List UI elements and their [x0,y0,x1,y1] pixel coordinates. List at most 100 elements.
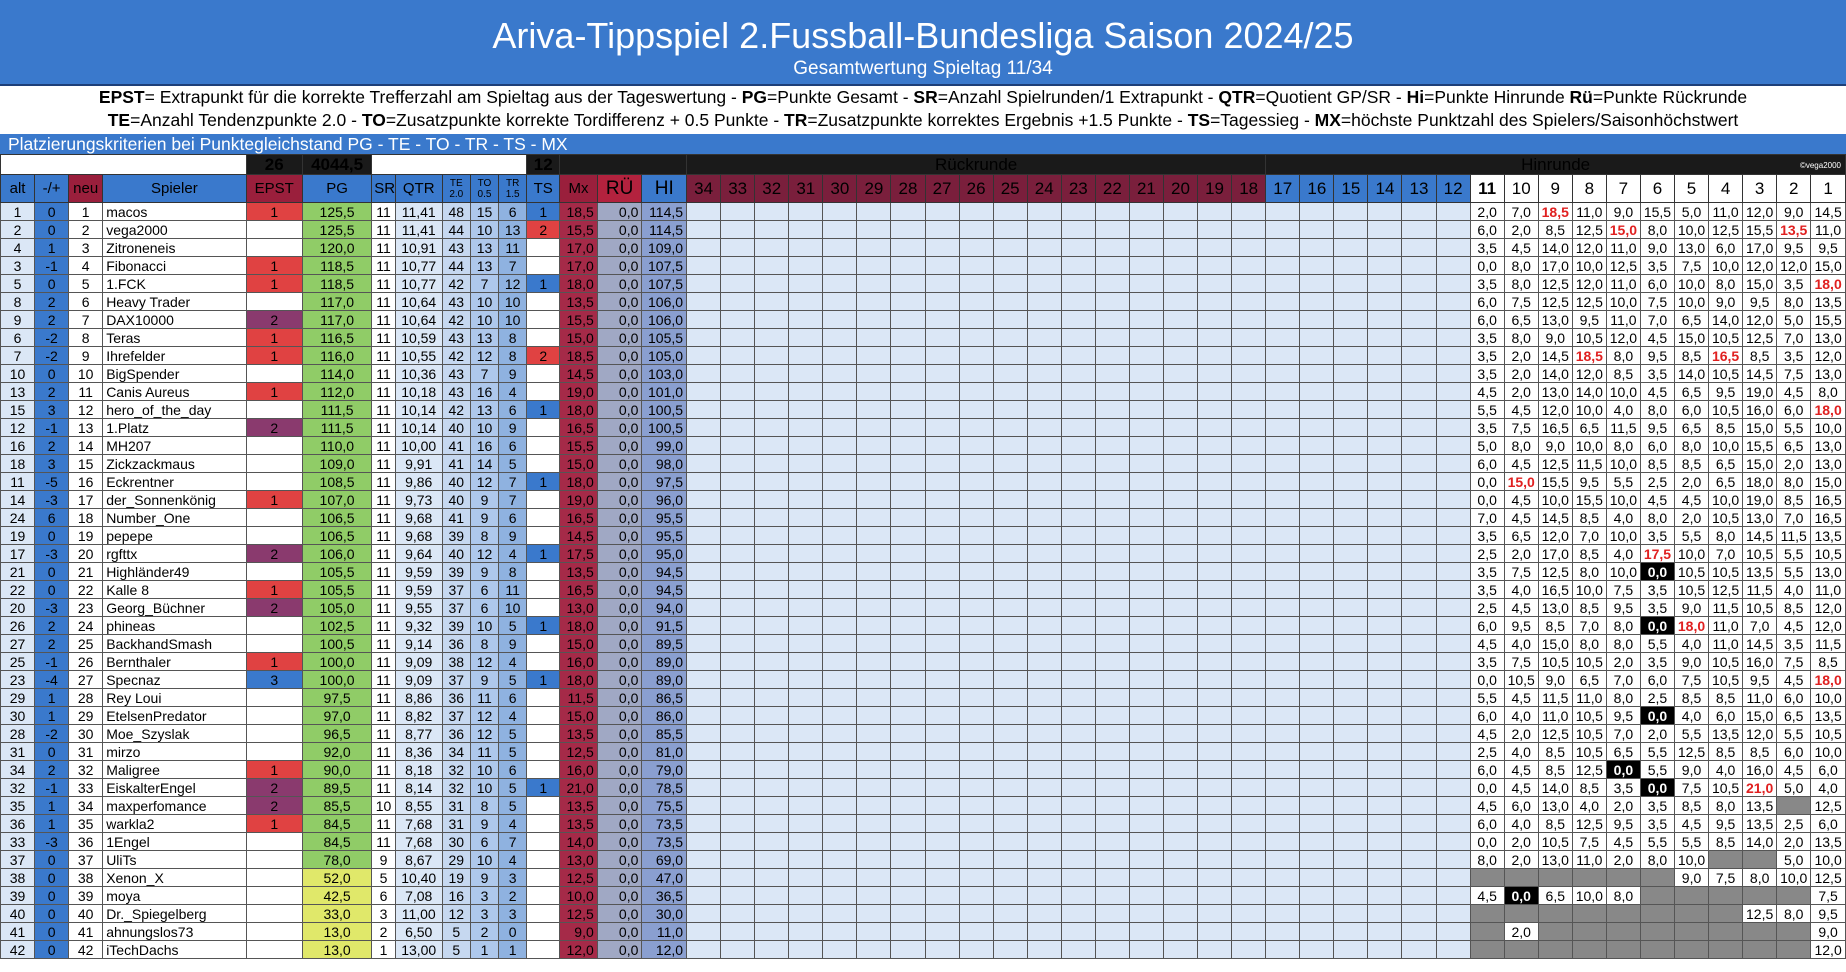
round-cell-empty [1265,436,1301,455]
round-score: 7,5 [1708,868,1744,887]
cell-alt: 41 [0,922,36,941]
cell-te: 40 [441,418,471,437]
cell-alt: 20 [0,598,36,617]
cell-diff: 2 [34,292,70,311]
round-cell-empty [1094,310,1130,329]
cell-to: 12 [469,706,500,725]
round-cell-empty [1162,796,1199,815]
round-cell-empty [754,814,790,833]
legend-abbr: TS [1187,110,1211,130]
cell-mx: 12,0 [559,940,598,959]
round-score: 2,5 [1639,472,1675,491]
round-cell-empty [1401,886,1437,905]
round-cell-empty [856,472,892,491]
table-row: 15 3 12 hero_of_the_day 111,5 11 10,14 42 13 6 1 18… [0,400,1846,419]
round-score: 7,5 [1503,418,1539,437]
round-score: 8,5 [1708,832,1744,851]
round-cell-empty [788,256,824,275]
round-cell-empty [1060,868,1096,887]
cell-epst: 1 [245,652,303,671]
round-cell-empty [1026,436,1062,455]
round-score [1571,922,1607,941]
round-score: 4,5 [1503,490,1539,509]
cell-mx: 13,0 [559,598,598,617]
round-cell-empty [1060,328,1096,347]
cell-te: 36 [441,688,471,707]
round-cell-empty [1162,310,1199,329]
table-row: 17 -3 20 rgfttx 2 106,0 11 9,64 40 12 4 1 17,5 0,0 95,… [0,544,1846,563]
round-cell-empty [1060,706,1096,725]
cell-tr: 6 [498,436,528,455]
round-cell-empty [890,508,926,527]
cell-neu: 20 [68,544,104,563]
round-cell-empty [822,724,858,743]
round-cell-empty [924,652,960,671]
cell-player: maxperfomance [102,796,247,815]
cell-qtr: 9,59 [394,580,443,599]
round-cell-empty [1026,292,1062,311]
round-cell-empty [1231,706,1267,725]
round-score: 3,5 [1639,814,1675,833]
round-score: 2,0 [1776,454,1812,473]
cell-player: Maligree [102,760,247,779]
round-cell-empty [1128,400,1164,419]
col-spieler: Spieler [102,174,247,203]
col-alt: alt [0,174,36,203]
round-cell-empty [822,292,858,311]
round-cell-empty [1231,544,1267,563]
round-cell-empty [788,418,824,437]
round-cell-empty [1094,598,1130,617]
cell-hi: 73,5 [641,814,688,833]
round-cell-empty [1367,454,1403,473]
cell-qtr: 10,64 [394,292,443,311]
round-cell-empty [686,886,722,905]
round-cell-empty [1265,346,1301,365]
cell-sr: 11 [371,580,396,599]
round-cell-empty [1265,454,1301,473]
round-score: 13,0 [1537,382,1573,401]
round-cell-empty [1128,850,1164,869]
round-cell-empty [1333,562,1369,581]
cell-to: 3 [469,904,500,923]
cell-mx: 17,0 [559,238,598,257]
round-cell-empty [1162,616,1199,635]
round-score: 13,5 [1708,724,1744,743]
round-cell-empty [720,526,756,545]
round-cell-empty [1026,886,1062,905]
round-cell-empty [1435,274,1471,293]
header-row: alt -/+ neu Spieler EPST PG SR QTR TE 2.0 TO 0.5 TR 1… [0,174,1846,203]
table-row: 39 0 39 moya 42,5 6 7,08 16 3 2 10,0 0,0 36,5 4,5 0,0 6… [0,886,1846,905]
round-score: 4,5 [1776,616,1812,635]
round-cell-empty [1094,850,1130,869]
round-cell-empty [720,400,756,419]
round-cell-empty [686,364,722,383]
round-cell-empty [924,796,960,815]
round-cell-empty [822,382,858,401]
round-cell-empty [754,868,790,887]
round-score: 8,5 [1537,220,1573,239]
round-cell-empty [890,850,926,869]
round-cell-empty [1333,904,1369,923]
round-score: 3,5 [1776,634,1812,653]
table-row: 41 0 41 ahnungslos73 13,0 2 6,50 5 2 0 9,0 0,0 11,0 2… [0,922,1846,941]
cell-tr: 13 [498,220,528,239]
col-tr: TR 1.5 [498,174,528,203]
cell-sr: 11 [371,256,396,275]
cell-hi: 109,0 [641,238,688,257]
cell-diff: -3 [34,544,70,563]
round-score: 18,5 [1537,202,1573,221]
cell-qtr: 10,91 [394,238,443,257]
round-cell-empty [788,760,824,779]
round-cell-empty [720,238,756,257]
round-score: 13,0 [1673,238,1710,257]
round-score: 16,5 [1810,508,1846,527]
round-cell-empty [1094,274,1130,293]
round-score: 12,0 [1776,256,1812,275]
table-row: 24 6 18 Number_One 106,5 11 9,68 41 9 6 16,5 0,0 95,… [0,508,1846,527]
round-score: 8,5 [1673,346,1710,365]
round-cell-empty [686,400,722,419]
round-score: 15,0 [1742,274,1778,293]
round-cell-empty [720,922,756,941]
round-cell-empty [720,904,756,923]
round-cell-empty [1367,670,1403,689]
